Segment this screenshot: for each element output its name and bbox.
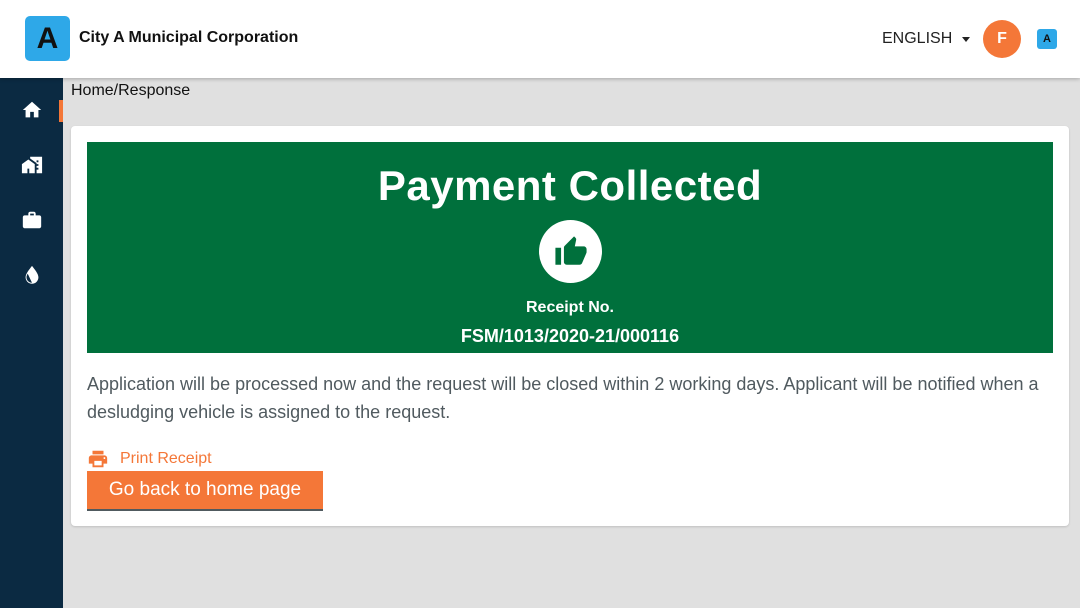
- sidebar-item-property[interactable]: [0, 145, 63, 185]
- sidebar: [0, 78, 63, 608]
- go-home-button[interactable]: Go back to home page: [87, 471, 323, 511]
- caret-down-icon: [962, 36, 971, 42]
- breadcrumb: Home/Response: [71, 82, 191, 99]
- top-bar: A City A Municipal Corporation ENGLISH F…: [0, 0, 1080, 78]
- state-logo: A: [1037, 29, 1057, 49]
- water-drop-icon: [25, 265, 38, 284]
- banner-title: Payment Collected: [377, 162, 763, 209]
- receipt-number: FSM/1013/2020-21/000116: [460, 326, 680, 346]
- language-label: ENGLISH: [882, 30, 953, 47]
- language-dropdown[interactable]: ENGLISH: [882, 30, 971, 48]
- sidebar-item-services[interactable]: [0, 200, 63, 240]
- success-banner: Payment Collected Receipt No. FSM/1013/2…: [87, 142, 1053, 353]
- printer-icon: [88, 450, 108, 468]
- thumbs-up-icon: [554, 235, 587, 265]
- print-receipt-label: Print Receipt: [120, 450, 212, 467]
- sidebar-item-fsm[interactable]: [0, 255, 63, 295]
- response-card: Payment Collected Receipt No. FSM/1013/2…: [71, 126, 1069, 526]
- app-logo[interactable]: A: [25, 16, 70, 61]
- receipt-label: Receipt No.: [525, 299, 614, 316]
- org-name: City A Municipal Corporation: [79, 29, 299, 46]
- home-icon: [22, 101, 41, 118]
- active-nav-indicator: [59, 100, 63, 122]
- info-message: Application will be processed now and th…: [87, 374, 1039, 422]
- user-avatar[interactable]: F: [983, 20, 1021, 58]
- sidebar-item-home[interactable]: [0, 90, 63, 130]
- building-icon: [21, 156, 42, 174]
- thumbs-up-badge: [539, 220, 602, 283]
- print-receipt-link[interactable]: Print Receipt: [87, 448, 212, 470]
- briefcase-icon: [22, 211, 41, 229]
